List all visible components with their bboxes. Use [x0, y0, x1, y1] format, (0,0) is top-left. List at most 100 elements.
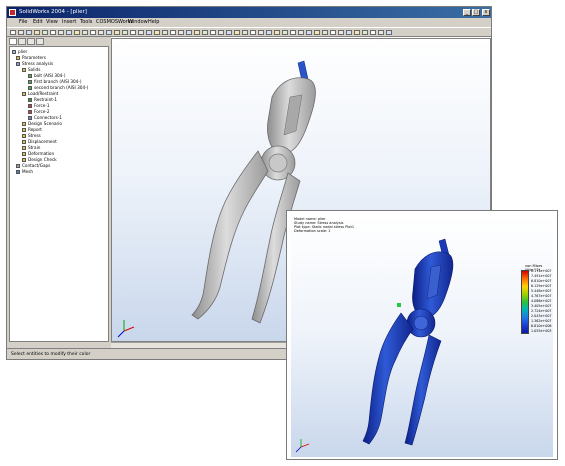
- toolbar-button[interactable]: [202, 30, 208, 35]
- toolbar-button[interactable]: [178, 30, 184, 35]
- toolbar-button[interactable]: [154, 30, 160, 35]
- propertymanager-tab[interactable]: [18, 38, 26, 45]
- maximize-button[interactable]: □: [472, 9, 480, 16]
- feature-tree-tabs: [9, 38, 109, 46]
- toolbar-button[interactable]: [130, 30, 136, 35]
- toolbar-button[interactable]: [218, 30, 224, 35]
- toolbar-button[interactable]: [74, 30, 80, 35]
- tree-item-label: Load/Restraint: [28, 91, 59, 96]
- result-viewport[interactable]: Model name: plier Study name: Stress ana…: [291, 215, 553, 457]
- tree-item-label: Stress analysis: [22, 61, 54, 66]
- toolbar-button[interactable]: [378, 30, 384, 35]
- scenario-icon: [22, 122, 26, 126]
- menu-file[interactable]: File: [19, 18, 27, 27]
- featuremanager-tab[interactable]: [9, 38, 17, 45]
- toolbar-button[interactable]: [186, 30, 192, 35]
- menu-bar: File Edit View Insert Tools COSMOSWorks …: [7, 18, 491, 27]
- toolbar-button[interactable]: [322, 30, 328, 35]
- toolbar-button[interactable]: [242, 30, 248, 35]
- toolbar-button[interactable]: [18, 30, 24, 35]
- toolbar-button[interactable]: [386, 30, 392, 35]
- menu-insert[interactable]: Insert: [62, 18, 76, 27]
- toolbar-button[interactable]: [274, 30, 280, 35]
- stress-result-window: Model name: plier Study name: Stress ana…: [286, 210, 558, 460]
- menu-window[interactable]: Window: [128, 18, 148, 27]
- legend-value: 1.362e+007: [531, 319, 552, 323]
- configuration-tab[interactable]: [27, 38, 35, 45]
- toolbar-button[interactable]: [10, 30, 16, 35]
- toolbar-button[interactable]: [234, 30, 240, 35]
- toolbar-button[interactable]: [258, 30, 264, 35]
- menu-tools[interactable]: Tools: [80, 18, 92, 27]
- toolbar-button[interactable]: [226, 30, 232, 35]
- menu-help[interactable]: Help: [148, 18, 159, 27]
- toolbar-button[interactable]: [250, 30, 256, 35]
- menu-edit[interactable]: Edit: [33, 18, 43, 27]
- toolbar-button[interactable]: [66, 30, 72, 35]
- toolbar-button[interactable]: [42, 30, 48, 35]
- contact-icon: [16, 164, 20, 168]
- tree-item-mesh[interactable]: Mesh: [16, 169, 33, 175]
- loads-icon: [22, 92, 26, 96]
- toolbar-button[interactable]: [290, 30, 296, 35]
- toolbar-button[interactable]: [26, 30, 32, 35]
- toolbar-row-1: [7, 27, 491, 37]
- legend-value: 6.810e+007: [531, 279, 552, 283]
- minimize-button[interactable]: _: [463, 9, 471, 16]
- toolbar-button[interactable]: [314, 30, 320, 35]
- tree-item-label: first branch (AISI 304-): [34, 79, 82, 84]
- tree-item-label: Force-2: [34, 109, 50, 114]
- tree-item-label: Parameters: [22, 55, 46, 60]
- report-icon: [22, 128, 26, 132]
- toolbar-button[interactable]: [210, 30, 216, 35]
- menu-view[interactable]: View: [46, 18, 58, 27]
- toolbar-button[interactable]: [370, 30, 376, 35]
- tree-item-label: Solids: [28, 67, 41, 72]
- toolbar-button[interactable]: [194, 30, 200, 35]
- close-button[interactable]: x: [482, 9, 490, 16]
- axis-triad-icon: [117, 320, 135, 338]
- tree-item-label: Displacement: [28, 139, 57, 144]
- plier-model-blue: [295, 238, 454, 453]
- toolbar-button[interactable]: [162, 30, 168, 35]
- legend-value: 4.767e+007: [531, 294, 552, 298]
- toolbar-button[interactable]: [346, 30, 352, 35]
- legend-value: 8.173e+007: [531, 269, 552, 273]
- result-icon: [22, 134, 26, 138]
- toolbar-button[interactable]: [82, 30, 88, 35]
- mesh-icon: [16, 170, 20, 174]
- toolbar-button[interactable]: [266, 30, 272, 35]
- toolbar-button[interactable]: [114, 30, 120, 35]
- toolbar-button[interactable]: [90, 30, 96, 35]
- toolbar-button[interactable]: [282, 30, 288, 35]
- toolbar-button[interactable]: [50, 30, 56, 35]
- toolbar-button[interactable]: [338, 30, 344, 35]
- folder-icon: [16, 56, 20, 60]
- toolbar-button[interactable]: [354, 30, 360, 35]
- toolbar-button[interactable]: [34, 30, 40, 35]
- toolbar-button[interactable]: [122, 30, 128, 35]
- connector-icon: [28, 116, 32, 120]
- toolbar-button[interactable]: [330, 30, 336, 35]
- legend-value: 1.055e+003: [531, 329, 552, 333]
- tree-item-label: Stress: [28, 133, 41, 138]
- restraint-marker-icon: [397, 303, 401, 307]
- toolbar-button[interactable]: [362, 30, 368, 35]
- toolbar-button[interactable]: [298, 30, 304, 35]
- toolbar-button[interactable]: [106, 30, 112, 35]
- window-title: SolidWorks 2004 - [plier]: [19, 9, 87, 15]
- toolbar-button[interactable]: [146, 30, 152, 35]
- toolbar-button[interactable]: [98, 30, 104, 35]
- toolbar-button[interactable]: [138, 30, 144, 35]
- tree-item-label: Design Scenario: [28, 121, 62, 126]
- result-icon: [22, 158, 26, 162]
- tree-item-label: Contact/Gaps: [22, 163, 51, 168]
- toolbar-button[interactable]: [306, 30, 312, 35]
- legend-value: 4.086e+007: [531, 299, 552, 303]
- cosmos-tab[interactable]: [36, 38, 44, 45]
- toolbar-button[interactable]: [170, 30, 176, 35]
- result-icon: [22, 140, 26, 144]
- result-icon: [22, 146, 26, 150]
- toolbar-button[interactable]: [58, 30, 64, 35]
- solids-icon: [22, 68, 26, 72]
